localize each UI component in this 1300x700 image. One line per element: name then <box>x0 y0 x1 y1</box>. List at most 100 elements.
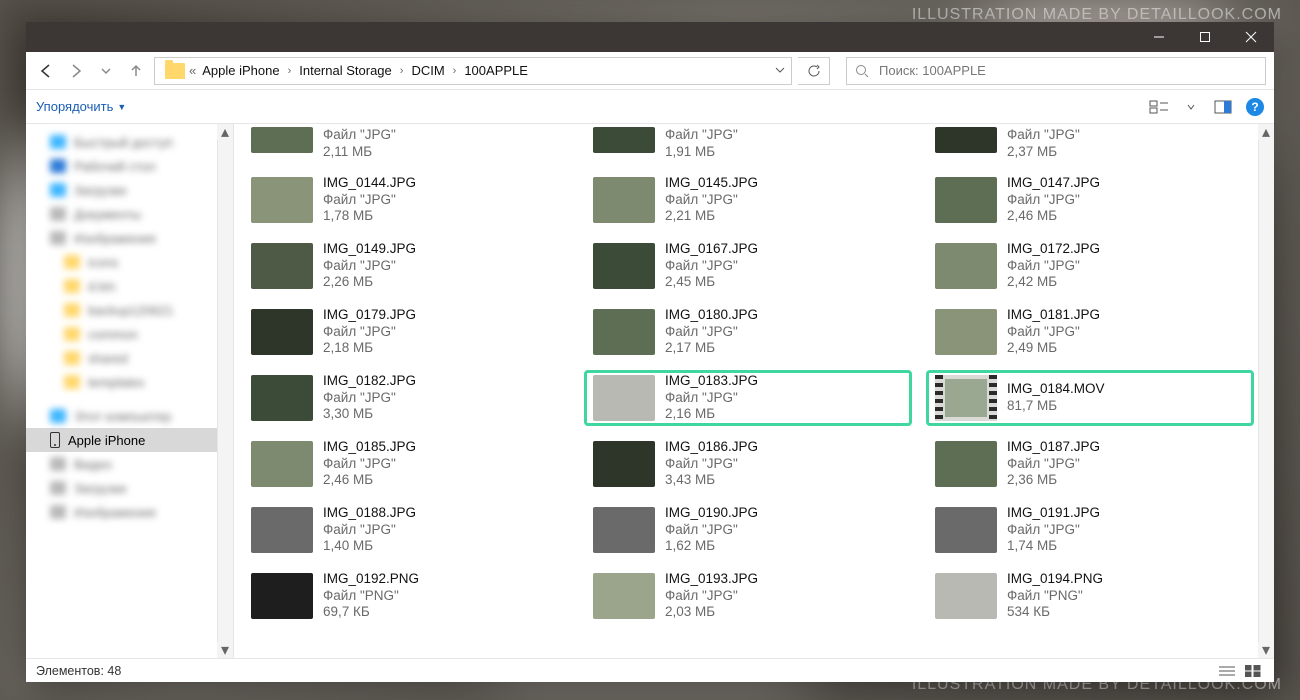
maximize-button[interactable] <box>1182 22 1228 52</box>
sidebar-item-icon <box>64 303 80 317</box>
file-item[interactable]: IMG_0188.JPGФайл "JPG"1,40 МБ <box>242 502 570 558</box>
address-bar[interactable]: « Apple iPhone › Internal Storage › DCIM… <box>154 57 792 85</box>
sidebar-item-label: common <box>88 327 138 342</box>
file-item[interactable]: IMG_0149.JPGФайл "JPG"2,26 МБ <box>242 238 570 294</box>
file-item[interactable]: IMG_0193.JPGФайл "JPG"2,03 МБ <box>584 568 912 624</box>
sidebar-item[interactable]: Изображения <box>26 226 233 250</box>
file-item[interactable]: IMG_0179.JPGФайл "JPG"2,18 МБ <box>242 304 570 360</box>
sidebar-item[interactable]: Изображения <box>26 500 233 524</box>
image-thumbnail-icon <box>935 177 997 223</box>
search-input[interactable]: Поиск: 100APPLE <box>846 57 1266 85</box>
file-name: IMG_0180.JPG <box>665 307 758 324</box>
refresh-button[interactable] <box>798 57 830 85</box>
file-item[interactable]: IMG_0186.JPGФайл "JPG"3,43 МБ <box>584 436 912 492</box>
scroll-down-icon[interactable]: ▾ <box>1258 642 1274 658</box>
sidebar-item-icon <box>50 135 66 149</box>
file-item[interactable]: IMG_0147.JPGФайл "JPG"2,46 МБ <box>926 172 1254 228</box>
file-type: Файл "JPG" <box>665 588 758 605</box>
file-item[interactable]: IMG_0190.JPGФайл "JPG"1,62 МБ <box>584 502 912 558</box>
video-thumbnail-icon <box>935 375 997 421</box>
sidebar-item[interactable]: Документы <box>26 202 233 226</box>
forward-button[interactable] <box>64 59 88 83</box>
file-item[interactable]: Файл "JPG"2,37 МБ <box>926 124 1254 162</box>
sidebar-item[interactable]: common <box>26 322 233 346</box>
back-button[interactable] <box>34 59 58 83</box>
file-type: Файл "PNG" <box>323 588 419 605</box>
breadcrumb-segment[interactable]: DCIM <box>409 63 446 78</box>
file-item[interactable]: IMG_0194.PNGФайл "PNG"534 КБ <box>926 568 1254 624</box>
main-scrollbar[interactable] <box>1258 124 1274 658</box>
file-item[interactable]: IMG_0144.JPGФайл "JPG"1,78 МБ <box>242 172 570 228</box>
tiles-view-button[interactable] <box>1242 663 1264 679</box>
image-thumbnail-icon <box>593 573 655 619</box>
file-name: IMG_0167.JPG <box>665 241 758 258</box>
file-item[interactable]: IMG_0167.JPGФайл "JPG"2,45 МБ <box>584 238 912 294</box>
file-item[interactable]: IMG_0187.JPGФайл "JPG"2,36 МБ <box>926 436 1254 492</box>
scroll-up-icon[interactable]: ▴ <box>1258 124 1274 140</box>
close-button[interactable] <box>1228 22 1274 52</box>
file-item[interactable]: IMG_0180.JPGФайл "JPG"2,17 МБ <box>584 304 912 360</box>
image-thumbnail-icon <box>251 507 313 553</box>
help-button[interactable]: ? <box>1246 98 1264 116</box>
sidebar-item-label: Этот компьютер <box>74 409 171 424</box>
sidebar-item[interactable]: templates <box>26 370 233 394</box>
sidebar-item[interactable]: backup120621 <box>26 298 233 322</box>
sidebar-item[interactable]: Рабочий стол <box>26 154 233 178</box>
sidebar-scrollbar[interactable] <box>217 124 233 658</box>
file-item[interactable]: IMG_0181.JPGФайл "JPG"2,49 МБ <box>926 304 1254 360</box>
scroll-up-icon[interactable]: ▴ <box>217 124 233 140</box>
file-item[interactable]: IMG_0192.PNGФайл "PNG"69,7 КБ <box>242 568 570 624</box>
file-item[interactable]: IMG_0191.JPGФайл "JPG"1,74 МБ <box>926 502 1254 558</box>
image-thumbnail-icon <box>251 243 313 289</box>
file-type: Файл "JPG" <box>1007 522 1100 539</box>
file-type: Файл "JPG" <box>665 192 758 209</box>
organize-menu[interactable]: Упорядочить ▼ <box>36 99 126 114</box>
sidebar-item-icon <box>64 279 80 293</box>
sidebar-item[interactable]: Видео <box>26 452 233 476</box>
file-type: Файл "JPG" <box>665 456 758 473</box>
file-item[interactable]: Файл "JPG"2,11 МБ <box>242 124 570 162</box>
file-item[interactable]: IMG_0184.MOV81,7 МБ <box>926 370 1254 426</box>
file-item[interactable]: IMG_0145.JPGФайл "JPG"2,21 МБ <box>584 172 912 228</box>
sidebar-item[interactable]: d.kin <box>26 274 233 298</box>
address-dropdown[interactable] <box>765 63 785 78</box>
search-icon <box>855 64 869 78</box>
file-item[interactable]: IMG_0172.JPGФайл "JPG"2,42 МБ <box>926 238 1254 294</box>
file-item[interactable]: IMG_0185.JPGФайл "JPG"2,46 МБ <box>242 436 570 492</box>
file-size: 2,49 МБ <box>1007 340 1100 357</box>
details-view-button[interactable] <box>1216 663 1238 679</box>
sidebar-item-label: Загрузки <box>74 481 126 496</box>
sidebar-item[interactable]: shared <box>26 346 233 370</box>
breadcrumb-segment[interactable]: Internal Storage <box>297 63 394 78</box>
file-type: Файл "JPG" <box>665 522 758 539</box>
file-name: IMG_0184.MOV <box>1007 381 1105 398</box>
view-dropdown[interactable] <box>1178 96 1204 118</box>
sidebar-item-label: Рабочий стол <box>74 159 156 174</box>
breadcrumb-segment[interactable]: 100APPLE <box>462 63 530 78</box>
file-item[interactable]: Файл "JPG"1,91 МБ <box>584 124 912 162</box>
sidebar-item[interactable]: Загрузки <box>26 178 233 202</box>
file-type: Файл "JPG" <box>323 258 416 275</box>
sidebar-item[interactable]: Этот компьютер <box>26 404 233 428</box>
minimize-button[interactable] <box>1136 22 1182 52</box>
file-item[interactable]: IMG_0183.JPGФайл "JPG"2,16 МБ <box>584 370 912 426</box>
file-size: 2,46 МБ <box>323 472 416 489</box>
breadcrumb-segment[interactable]: Apple iPhone <box>200 63 281 78</box>
explorer-window: « Apple iPhone › Internal Storage › DCIM… <box>26 22 1274 682</box>
up-button[interactable] <box>124 59 148 83</box>
file-item[interactable]: IMG_0182.JPGФайл "JPG"3,30 МБ <box>242 370 570 426</box>
sidebar-item[interactable]: icons <box>26 250 233 274</box>
status-count: 48 <box>107 664 121 678</box>
sidebar-item[interactable]: Быстрый доступ <box>26 130 233 154</box>
chevron-right-icon: › <box>394 65 410 77</box>
preview-pane-button[interactable] <box>1210 96 1236 118</box>
titlebar[interactable] <box>26 22 1274 52</box>
sidebar-item[interactable]: Загрузки <box>26 476 233 500</box>
sidebar-item-apple-iphone[interactable]: Apple iPhone <box>26 428 233 452</box>
image-thumbnail-icon <box>593 309 655 355</box>
file-size: 2,26 МБ <box>323 274 416 291</box>
scroll-down-icon[interactable]: ▾ <box>217 642 233 658</box>
recent-dropdown[interactable] <box>94 59 118 83</box>
view-options-button[interactable] <box>1146 96 1172 118</box>
image-thumbnail-icon <box>935 441 997 487</box>
